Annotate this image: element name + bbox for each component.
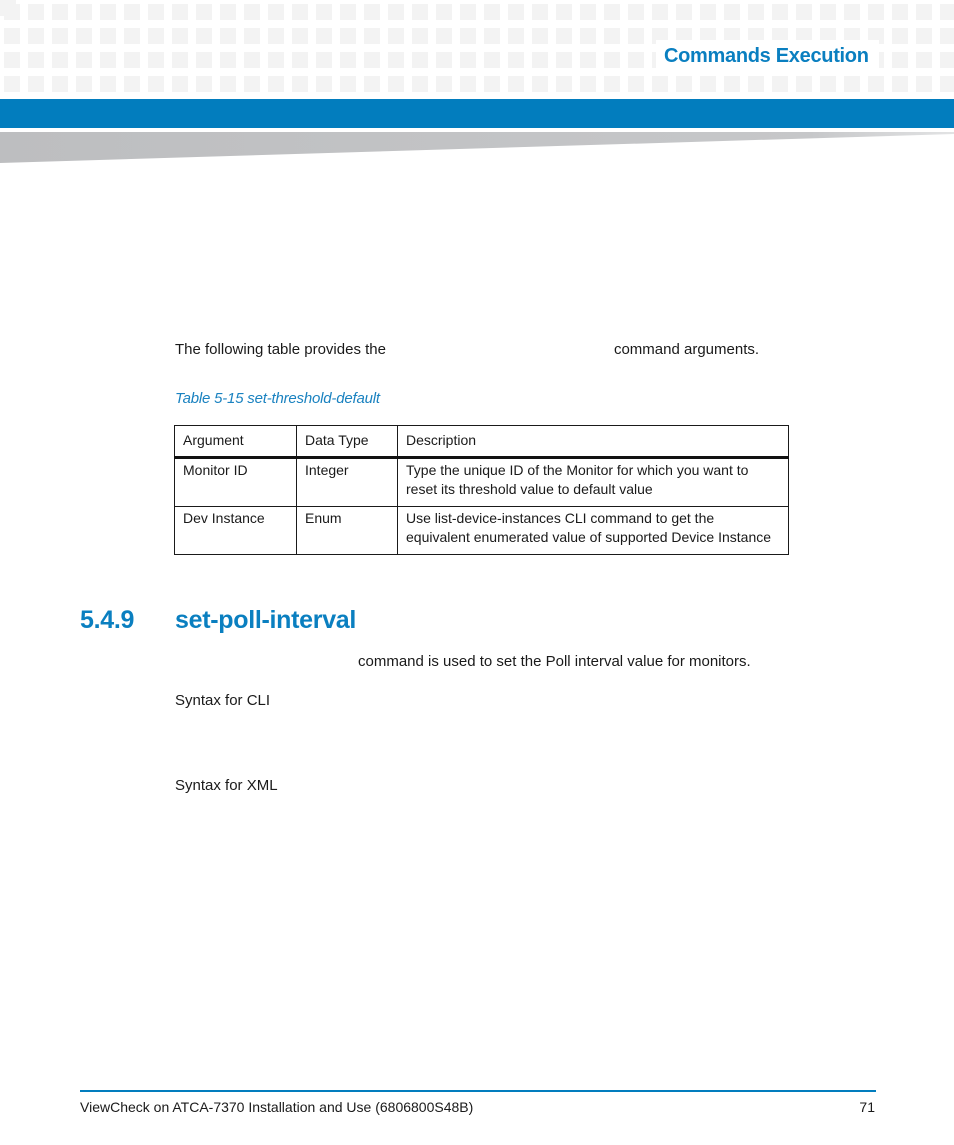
table-caption: Table 5-15 set-threshold-default (175, 390, 380, 407)
syntax-xml-label: Syntax for XML (175, 777, 278, 794)
intro-paragraph: The following table provides the command … (175, 339, 835, 361)
header-blue-band (0, 99, 954, 128)
column-header-argument: Argument (174, 425, 297, 459)
section-description-text: command is used to set the Poll interval… (358, 653, 751, 670)
cell-data-type: Enum (296, 505, 398, 555)
arguments-table: Argument Data Type Description Monitor I… (174, 425, 789, 555)
cell-description: Type the unique ID of the Monitor for wh… (397, 456, 789, 507)
table-row: Dev Instance Enum Use list-device-instan… (174, 505, 789, 555)
page-number: 71 (859, 1099, 875, 1115)
cell-data-type: Integer (296, 456, 398, 507)
table-header-row: Argument Data Type Description (174, 425, 789, 459)
section-heading: 5.4.9 set-poll-interval (80, 603, 356, 637)
section-title: set-poll-interval (175, 606, 357, 634)
column-header-description: Description (397, 425, 789, 459)
chapter-title: Commands Execution (656, 40, 879, 72)
cell-argument: Monitor ID (174, 456, 297, 507)
syntax-cli-label: Syntax for CLI (175, 692, 271, 709)
table-row: Monitor ID Integer Type the unique ID of… (174, 456, 789, 507)
section-description: command is used to set the Poll interval… (175, 651, 751, 673)
intro-text-before: The following table provides the (175, 341, 386, 358)
header-gray-wedge (0, 132, 954, 163)
column-header-data-type: Data Type (296, 425, 398, 459)
footer-document-title: ViewCheck on ATCA-7370 Installation and … (80, 1099, 474, 1115)
intro-text-after: command arguments. (613, 341, 760, 358)
cell-description: Use list-device-instances CLI command to… (397, 505, 789, 555)
cell-argument: Dev Instance (174, 505, 297, 555)
section-number: 5.4.9 (80, 606, 135, 634)
footer-rule (80, 1090, 876, 1092)
